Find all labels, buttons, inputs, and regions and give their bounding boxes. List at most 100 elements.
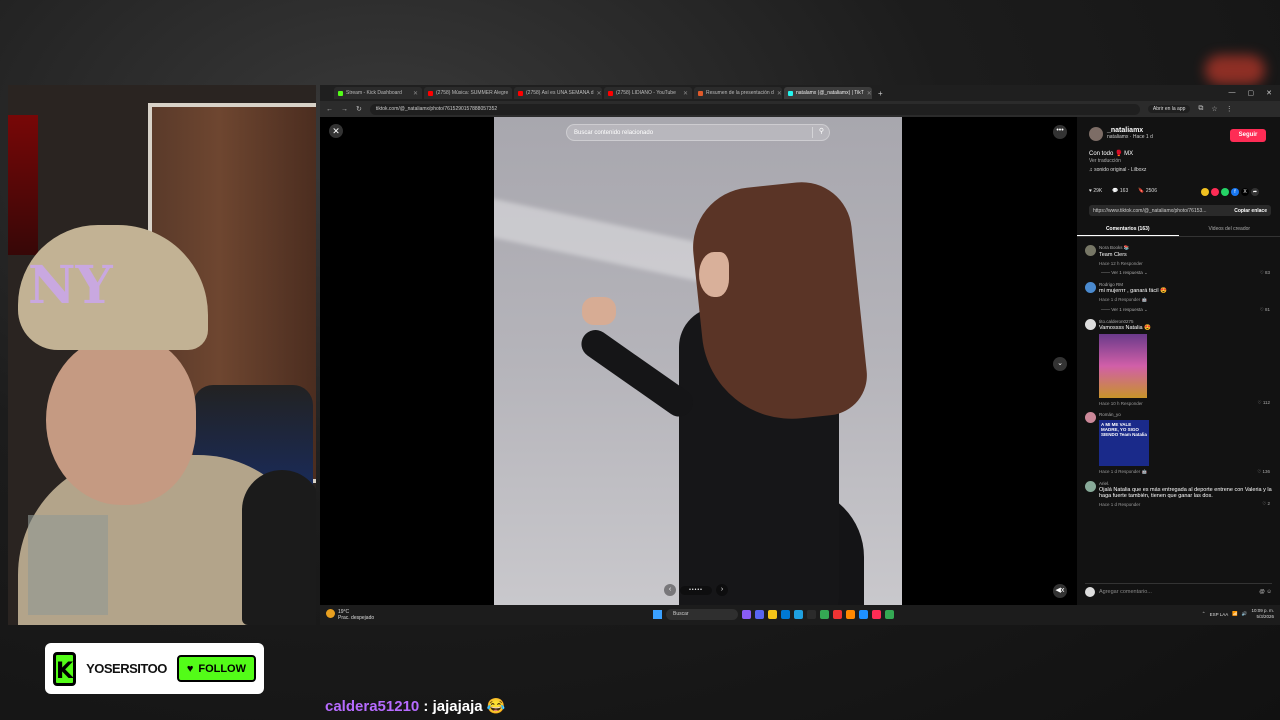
app-icon[interactable] [833,610,842,619]
new-tab-button[interactable]: + [878,89,883,98]
forward-icon[interactable]: → [341,106,348,113]
comment-meta[interactable]: Hace 1 d Responder 🤖 [1099,469,1272,475]
repost-icon[interactable] [1211,188,1219,196]
emoji-icon[interactable]: @ ☺ [1259,589,1272,595]
whatsapp-icon[interactable] [1221,188,1229,196]
app-icon[interactable] [742,610,751,619]
comment-author[interactable]: Román_yo [1099,412,1272,417]
extensions-icon[interactable]: ⧉ [1198,105,1203,113]
comment-meta[interactable]: Hace 1 d Responder 🤖 [1099,297,1272,303]
post-photo[interactable]: Buscar contenido relacionado ⚲ [494,117,902,605]
comment-like-button[interactable]: ♡ 112 [1258,400,1270,406]
comment-meta[interactable]: Hace 10 h Responder [1099,401,1272,406]
comment-meta[interactable]: Hace 12 h Responder [1099,261,1272,266]
menu-icon[interactable]: ⋮ [1226,105,1233,113]
comment-like-button[interactable]: ♡ 83 [1260,270,1270,276]
tab-creator-videos[interactable]: Videos del creador [1179,223,1280,236]
open-in-app-button[interactable]: Abrir en la app [1147,105,1191,113]
clock[interactable]: 10:09 p. m. 5/3/2026 [1251,608,1274,620]
share-link[interactable]: https://www.tiktok.com/@_nataliamx/photo… [1089,205,1271,216]
close-window-icon[interactable]: ✕ [1266,89,1272,97]
close-tab-icon[interactable]: ✕ [683,90,688,97]
tab-comments[interactable]: Comentarios (163) [1077,223,1179,236]
translate-link[interactable]: Ver traducción [1089,158,1121,164]
bookmark-icon[interactable]: ☆ [1211,105,1217,113]
author-username[interactable]: _nataliamx [1107,127,1153,134]
copy-link-button[interactable]: Copiar enlace [1234,208,1267,214]
tab-tiktok[interactable]: natalamx (@_nataliamx) | TikT ✕ [784,87,872,99]
next-photo-icon[interactable]: › [716,584,728,596]
browser-window: Stream - Kick Dashboard ✕ (2758) Música: … [320,85,1280,625]
sound-link[interactable]: ♫ sonido original - Lilboxz [1089,167,1146,173]
windows-start-icon[interactable] [653,610,662,619]
more-options-icon[interactable]: ••• [1053,125,1067,139]
comment-author[interactable]: Rodrigo RM [1099,282,1272,287]
comment-author[interactable]: Ariel. [1099,481,1272,486]
discord-icon[interactable] [755,610,764,619]
comment-meta[interactable]: Hace 1 d Responder [1099,502,1272,507]
avatar[interactable] [1085,245,1096,256]
close-icon[interactable]: ✕ [329,124,343,138]
reload-icon[interactable]: ↻ [356,105,362,113]
tab-youtube-3[interactable]: (2758) LIDIANO - YouTube ✕ [604,87,692,99]
close-tab-icon[interactable]: ✕ [511,90,512,97]
avatar[interactable] [1085,319,1096,330]
chrome-icon[interactable] [820,610,829,619]
comment-like-button[interactable]: ♡ 2 [1262,501,1270,507]
avatar[interactable] [1085,282,1096,293]
avatar[interactable] [1089,127,1103,141]
avatar[interactable] [1085,481,1096,492]
comment-like-button[interactable]: ♡ 81 [1260,307,1270,313]
edge-icon[interactable] [794,610,803,619]
maximize-icon[interactable]: ▢ [1248,89,1255,97]
back-icon[interactable]: ← [326,106,333,113]
chrome-icon[interactable] [885,610,894,619]
avatar[interactable] [1085,412,1096,423]
close-tab-icon[interactable]: ✕ [867,90,872,97]
tab-youtube-2[interactable]: (2758) Así es UNA SEMANA d ✕ [514,87,602,99]
wifi-icon[interactable]: 📶 [1232,611,1238,617]
post-author[interactable]: _nataliamx nataliamx · Hace 1 d [1089,127,1153,141]
speaker-icon[interactable]: 🔊 [1242,611,1248,617]
search-icon[interactable]: ⚲ [812,127,824,138]
volume-icon[interactable]: ◀x [1053,584,1067,598]
related-search-input[interactable]: Buscar contenido relacionado ⚲ [566,124,830,141]
add-comment-input[interactable]: Agregar comentario... [1099,589,1152,595]
view-replies-link[interactable]: —— Ver 1 respuesta ⌄ [1099,270,1272,276]
x-icon[interactable]: X [1241,188,1249,196]
comment-like-button[interactable]: ♡ 136 [1257,469,1270,475]
tray-chevron-icon[interactable]: ⌃ [1202,611,1206,617]
like-button[interactable]: ♥ 29K [1089,188,1102,194]
tab-slides[interactable]: Resumen de la presentación d ✕ [694,87,782,99]
follow-button[interactable]: Seguir [1230,129,1266,142]
folder-icon[interactable] [768,610,777,619]
taskbar-search[interactable]: Buscar [666,609,738,620]
close-tab-icon[interactable]: ✕ [597,90,602,97]
app-icon[interactable] [807,610,816,619]
comment-image[interactable]: A MI ME VALE MADRE, YO SIGO SIENDO Team … [1099,420,1149,466]
close-tab-icon[interactable]: ✕ [777,90,782,97]
mail-icon[interactable] [781,610,790,619]
tab-youtube-1[interactable]: (2758) Música: SUMMER Alegre✕ [424,87,512,99]
comment-author[interactable]: Nora Books 📚 [1099,245,1272,251]
facebook-icon[interactable]: f [1231,188,1239,196]
kick-follow-button[interactable]: ♥ FOLLOW [176,655,256,682]
share-icon[interactable]: ➦ [1251,188,1259,196]
embed-icon[interactable] [1201,188,1209,196]
app-icon[interactable] [846,610,855,619]
save-button[interactable]: 🔖 2506 [1138,188,1157,194]
prev-photo-icon[interactable]: ‹ [664,584,676,596]
comment-button[interactable]: 💬 163 [1112,188,1128,194]
weather-widget[interactable]: 19°C Prac. despejado [326,609,374,621]
language-indicator[interactable]: ESP LAA [1210,612,1229,617]
minimize-icon[interactable]: — [1229,89,1236,97]
tiktok-icon[interactable] [872,610,881,619]
close-tab-icon[interactable]: ✕ [413,90,418,97]
tab-kick[interactable]: Stream - Kick Dashboard ✕ [334,87,422,99]
comment-author[interactable]: tito.calderon0275 [1099,319,1272,324]
next-post-icon[interactable]: ⌄ [1053,357,1067,371]
app-icon[interactable] [859,610,868,619]
comment-image[interactable] [1099,334,1147,398]
url-field[interactable]: tiktok.com/@_nataliamx/photo/76152901578… [369,103,1140,115]
view-replies-link[interactable]: —— Ver 1 respuesta ⌄ [1099,307,1272,313]
